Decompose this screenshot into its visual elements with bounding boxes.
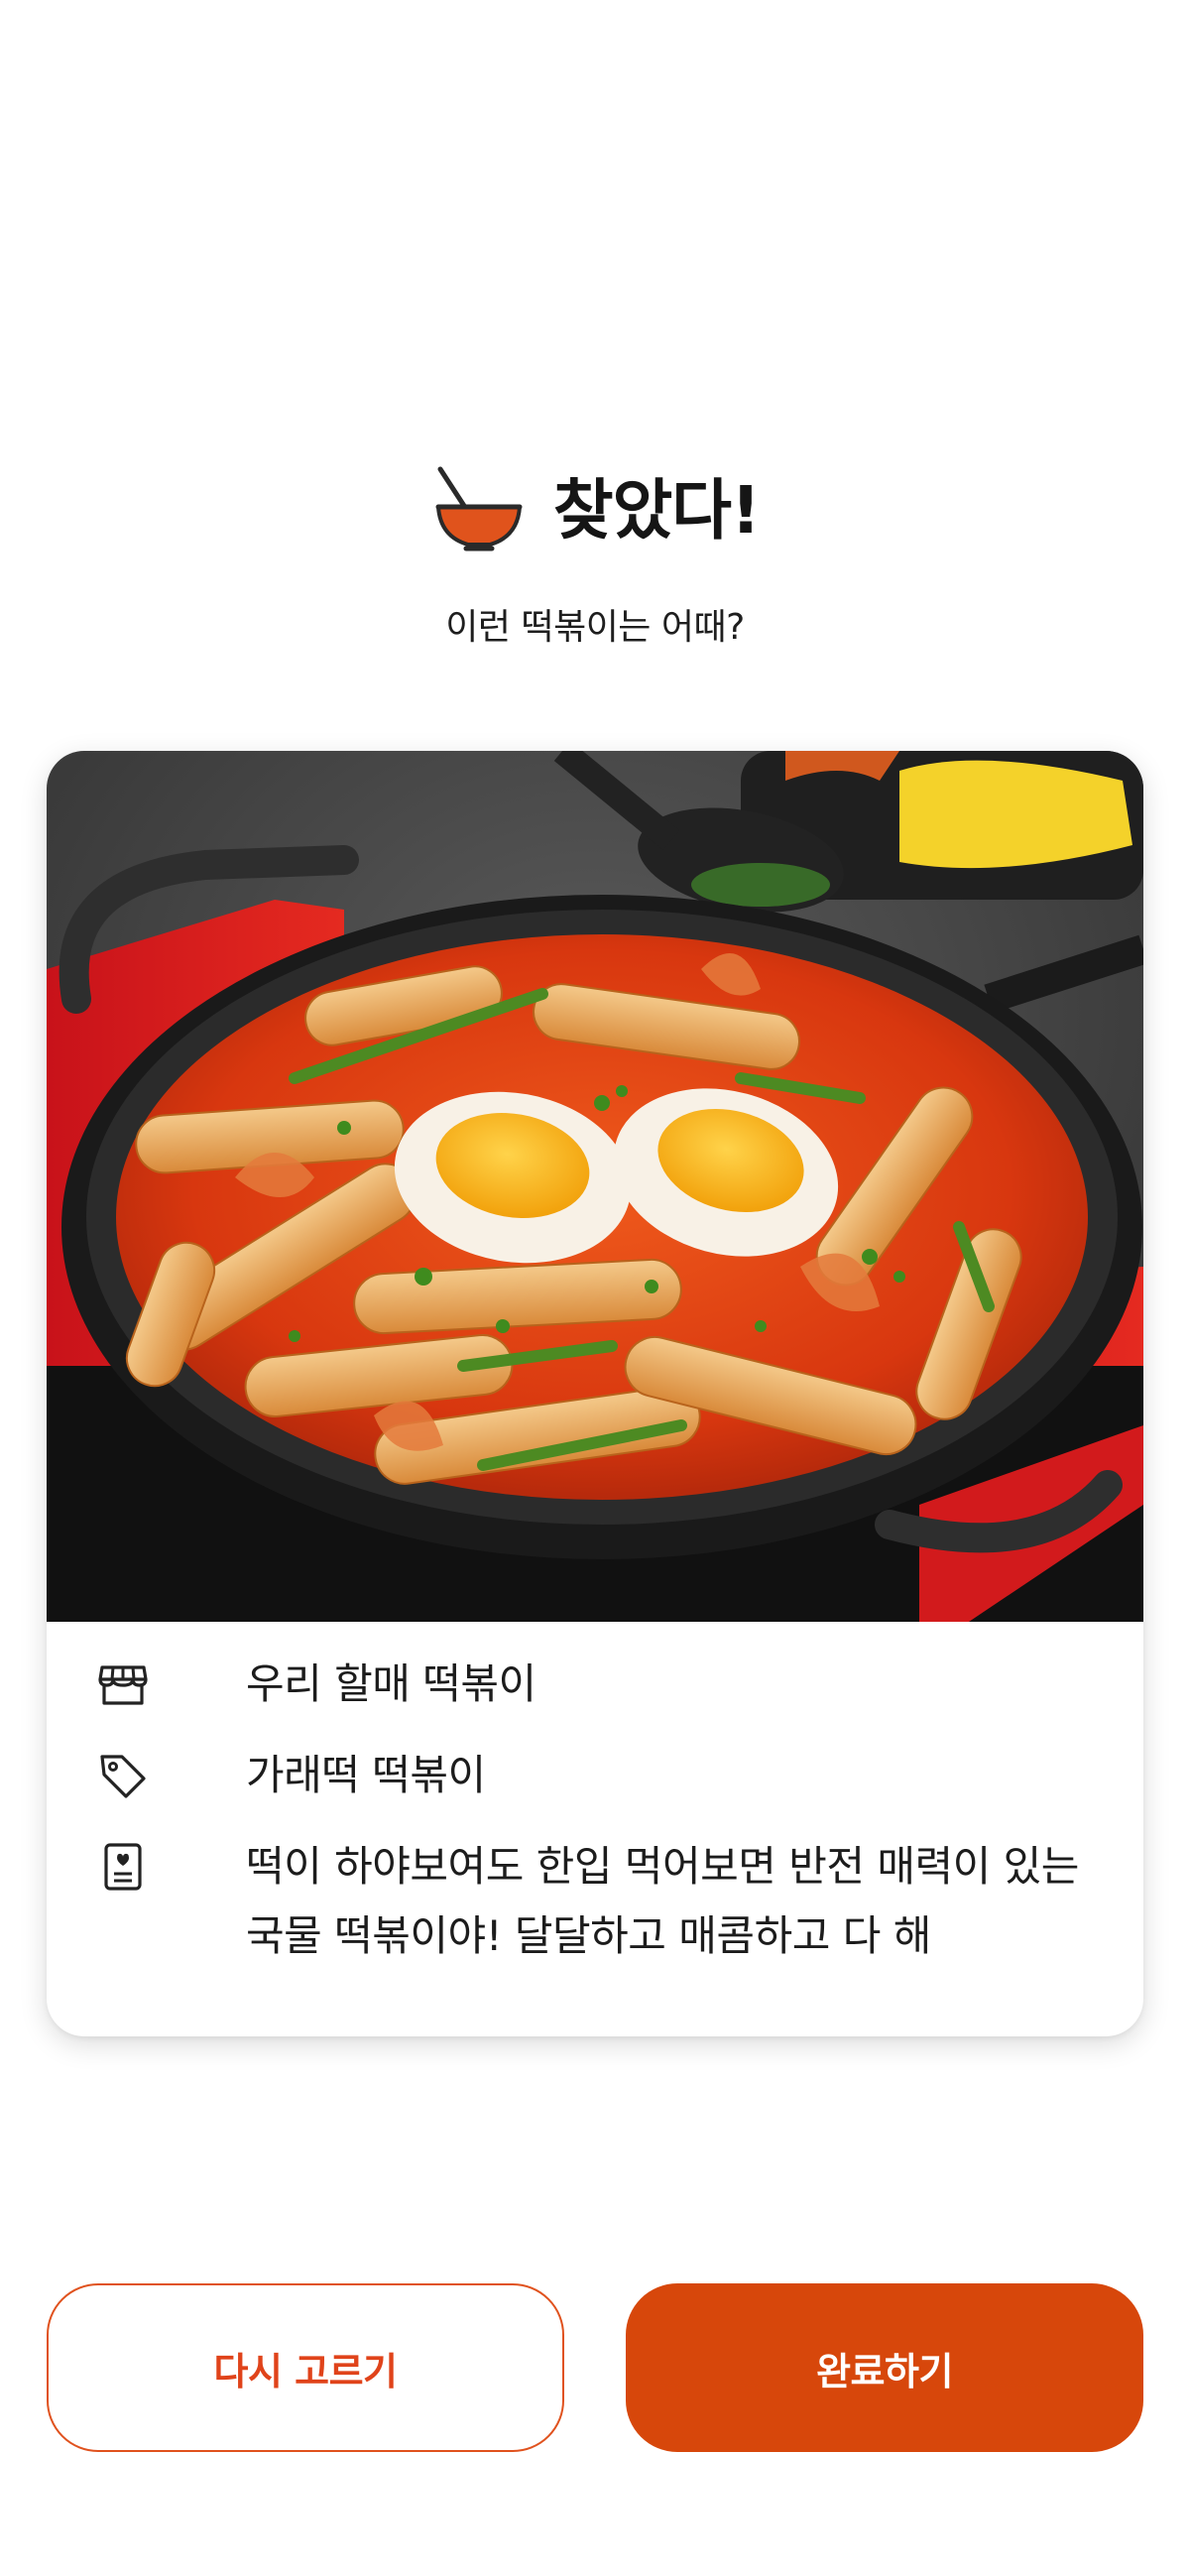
- done-button[interactable]: 완료하기: [626, 2283, 1143, 2452]
- retry-button-label: 다시 고르기: [213, 2349, 398, 2393]
- memo-icon: [104, 1843, 142, 1891]
- page-subtitle: 이런 떡볶이는 어때?: [445, 607, 745, 648]
- result-card: 우리 할매 떡볶이 가래떡 떡볶이 떡이 하야보여도 한입 먹어보면 반전 매력…: [47, 751, 1143, 2036]
- done-button-label: 완료하기: [816, 2349, 953, 2393]
- description-row: 떡이 하야보여도 한입 먹어보면 반전 매력이 있는 국물 떡볶이야! 달달하고…: [96, 1840, 1098, 1971]
- tag-icon: [100, 1755, 146, 1798]
- store-row: 우리 할매 떡볶이: [96, 1657, 1098, 1719]
- page-title: 찾았다!: [552, 472, 761, 549]
- result-header: 찾았다! 이런 떡볶이는 어때?: [0, 461, 1190, 650]
- description-text: 떡이 하야보여도 한입 먹어보면 반전 매력이 있는 국물 떡볶이야! 달달하고…: [246, 1842, 1079, 1960]
- title-row: 찾았다!: [430, 461, 761, 560]
- tteokbokki-pan-photo: [47, 751, 1143, 1622]
- bowl-with-spoon-icon: [435, 466, 523, 552]
- category-row: 가래떡 떡볶이: [96, 1749, 1098, 1810]
- result-screen: 찾았다! 이런 떡볶이는 어때? 우리 할매 떡볶이 가래떡 떡볶이 떡이 하야…: [0, 0, 1190, 2576]
- category-name: 가래떡 떡볶이: [246, 1751, 486, 1799]
- store-icon: [98, 1665, 148, 1705]
- store-name: 우리 할매 떡볶이: [246, 1659, 536, 1708]
- retry-button[interactable]: 다시 고르기: [47, 2283, 564, 2452]
